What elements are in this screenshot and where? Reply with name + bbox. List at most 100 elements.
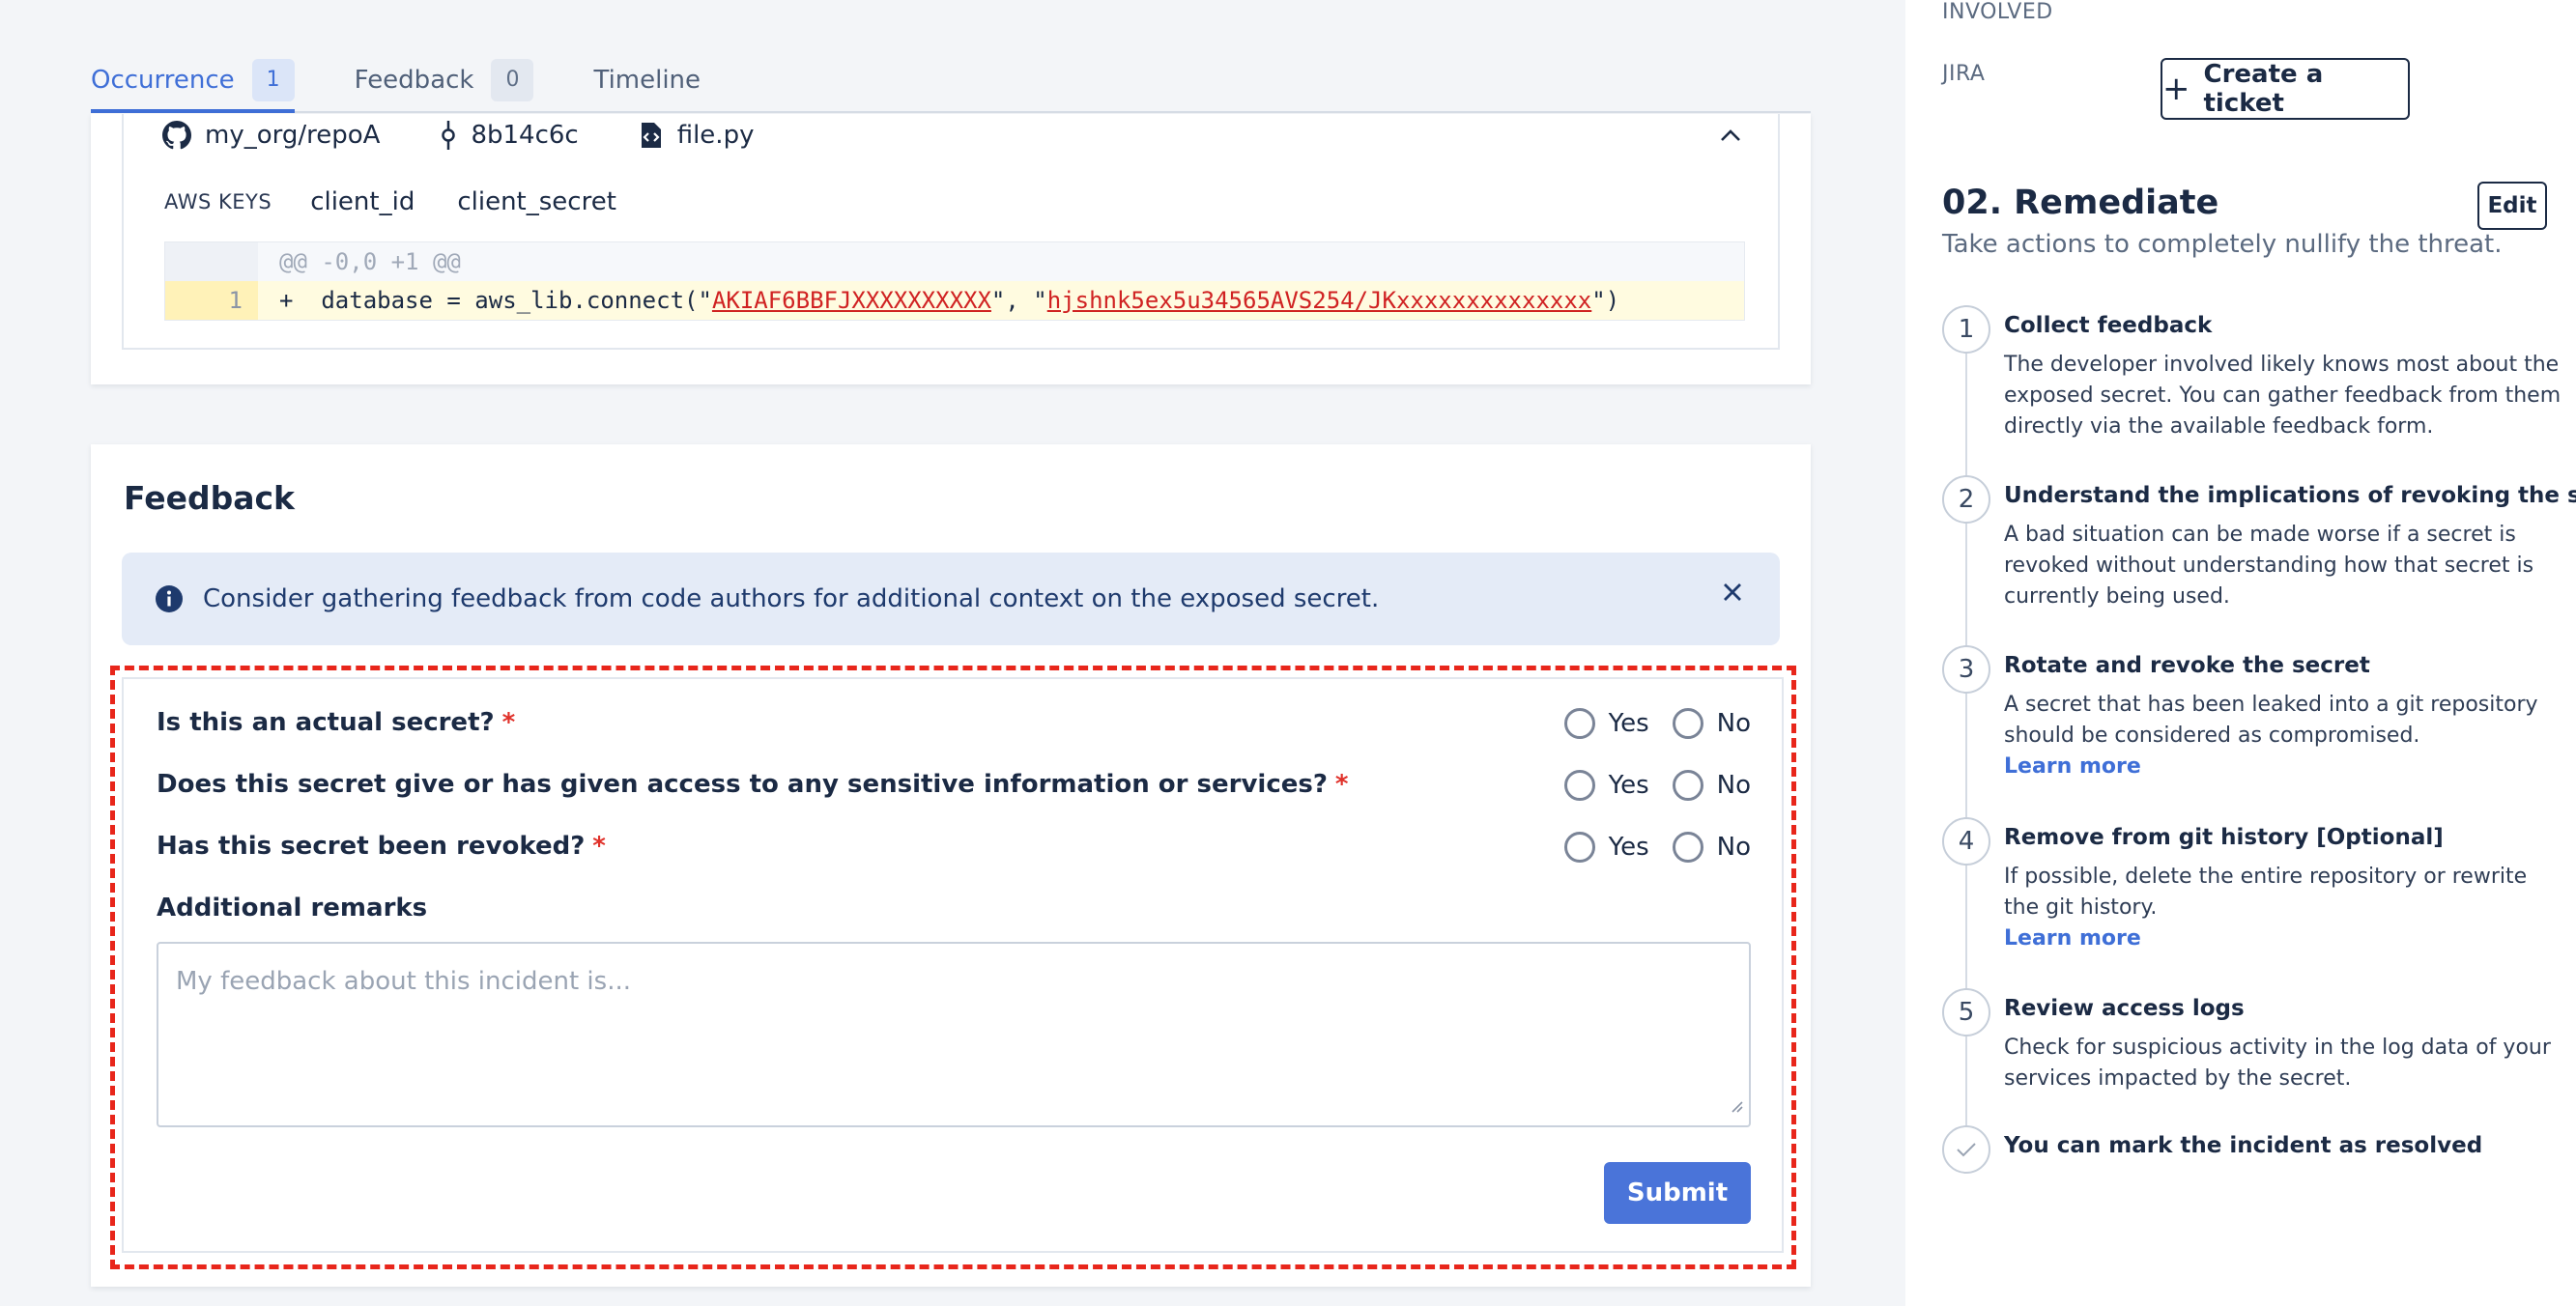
step-number: 5 [1942, 988, 1990, 1036]
radio-circle[interactable] [1672, 708, 1703, 739]
required-mark: * [501, 708, 516, 737]
feedback-title: Feedback [124, 479, 295, 517]
occurrence-panel: my_org/repoA 8b14c6c file.py AWS KEYS cl… [122, 114, 1780, 350]
create-ticket-button[interactable]: + Create a ticket [2161, 58, 2410, 120]
radio-no[interactable]: No [1672, 708, 1751, 739]
remediate-subtitle: Take actions to completely nullify the t… [1942, 230, 2503, 259]
question-actual-secret: Is this an actual secret? * [157, 708, 515, 737]
edit-button[interactable]: Edit [2477, 182, 2547, 230]
tab-occurrence-count: 1 [251, 58, 295, 101]
remediate-title: 02. Remediate [1942, 184, 2219, 222]
question-text: Is this an actual secret? [157, 708, 495, 737]
submit-button[interactable]: Submit [1604, 1162, 1751, 1224]
radio-circle[interactable] [1672, 770, 1703, 801]
code-file-icon [639, 121, 664, 150]
step-description: A secret that has been leaked into a git… [2004, 690, 2562, 782]
radio-circle[interactable] [1563, 832, 1595, 863]
keys-type-label: AWS KEYS [164, 190, 272, 213]
radio-yes-label: Yes [1608, 709, 1649, 738]
code-prefix: + database = aws_lib.connect(" [279, 287, 712, 314]
question-text: Does this secret give or has given acces… [157, 770, 1328, 799]
alert-message: Consider gathering feedback from code au… [203, 584, 1380, 613]
step-number: 3 [1942, 645, 1990, 694]
involved-label: INVOLVED [1942, 0, 2053, 24]
tab-feedback[interactable]: Feedback 0 [355, 48, 534, 111]
code-mid: ", " [990, 287, 1047, 314]
step-title: Review access logs [2004, 996, 2245, 1021]
step-number: 4 [1942, 817, 1990, 866]
file-name: file.py [676, 121, 755, 150]
secret-client-id[interactable]: AKIAF6BBFJXXXXXXXXXX [712, 287, 991, 314]
plus-icon: + [2162, 70, 2190, 108]
line-number: 1 [165, 281, 258, 320]
chevron-up-icon[interactable] [1720, 128, 1741, 146]
radio-yes[interactable]: Yes [1563, 708, 1649, 739]
radio-circle[interactable] [1563, 770, 1595, 801]
hunk-gutter [165, 242, 258, 281]
radio-circle[interactable] [1672, 832, 1703, 863]
create-ticket-label: Create a ticket [2203, 60, 2324, 118]
tab-feedback-count: 0 [491, 58, 534, 101]
feedback-form: Is this an actual secret? * Yes No Does t… [122, 677, 1784, 1253]
tab-occurrence[interactable]: Occurrence 1 [91, 48, 295, 113]
key-client-id[interactable]: client_id [310, 187, 415, 216]
commit-icon [440, 121, 457, 150]
required-mark: * [1334, 770, 1349, 799]
step-description: If possible, delete the entire repositor… [2004, 862, 2562, 954]
check-icon [1942, 1125, 1990, 1174]
radio-circle[interactable] [1563, 708, 1595, 739]
close-icon[interactable] [1722, 582, 1743, 603]
step-title: Collect feedback [2004, 313, 2213, 338]
step-number: 2 [1942, 475, 1990, 524]
resize-handle-icon[interactable] [1728, 1091, 1743, 1120]
tab-timeline-label: Timeline [593, 65, 701, 95]
jira-label: JIRA [1942, 62, 1986, 86]
radio-yes[interactable]: Yes [1563, 832, 1649, 863]
learn-more-link[interactable]: Learn more [2004, 926, 2141, 951]
commit-link[interactable]: 8b14c6c [440, 121, 579, 150]
required-mark: * [592, 832, 606, 861]
code-diff: @@ -0,0 +1 @@ 1 + database = aws_lib.con… [164, 241, 1745, 321]
question-text: Has this secret been revoked? [157, 832, 586, 861]
radio-group-actual-secret: Yes No [1541, 708, 1751, 739]
feedback-info-alert: Consider gathering feedback from code au… [122, 553, 1780, 645]
radio-group-sensitive-access: Yes No [1541, 770, 1751, 801]
repo-link[interactable]: my_org/repoA [162, 121, 380, 150]
occurrence-card: my_org/repoA 8b14c6c file.py AWS KEYS cl… [91, 114, 1811, 384]
file-link[interactable]: file.py [639, 121, 755, 150]
hunk-text: @@ -0,0 +1 @@ [279, 248, 461, 275]
diff-hunk-header: @@ -0,0 +1 @@ [165, 242, 1744, 281]
incident-tabs: Occurrence 1 Feedback 0 Timeline [91, 48, 1811, 113]
remarks-placeholder: My feedback about this incident is... [176, 967, 631, 996]
radio-yes-label: Yes [1608, 771, 1649, 800]
radio-group-revoked: Yes No [1541, 832, 1751, 863]
radio-no[interactable]: No [1672, 832, 1751, 863]
matched-keys: AWS KEYS client_id client_secret [164, 187, 659, 216]
step-title: Rotate and revoke the secret [2004, 653, 2370, 678]
step-title: You can mark the incident as resolved [2004, 1133, 2483, 1158]
step-description: A bad situation can be made worse if a s… [2004, 523, 2534, 609]
secret-client-secret[interactable]: hjshnk5ex5u34565AVS254/JKxxxxxxxxxxxxxx [1047, 287, 1592, 314]
remarks-textarea[interactable]: My feedback about this incident is... [157, 942, 1751, 1127]
tab-timeline[interactable]: Timeline [593, 48, 701, 111]
occurrence-meta: my_org/repoA 8b14c6c file.py [162, 116, 814, 155]
step-title: Understand the implications of revoking … [2004, 483, 2576, 508]
diff-line-code: + database = aws_lib.connect("AKIAF6BBFJ… [279, 287, 1619, 314]
key-client-secret[interactable]: client_secret [457, 187, 616, 216]
radio-yes[interactable]: Yes [1563, 770, 1649, 801]
question-revoked: Has this secret been revoked? * [157, 832, 606, 861]
tab-occurrence-label: Occurrence [91, 65, 235, 95]
commit-sha: 8b14c6c [471, 121, 579, 150]
diff-line: 1 + database = aws_lib.connect("AKIAF6BB… [165, 281, 1744, 320]
step-description-text: A secret that has been leaked into a git… [2004, 693, 2538, 748]
tab-feedback-label: Feedback [354, 65, 474, 95]
remarks-label: Additional remarks [157, 894, 428, 923]
radio-no-label: No [1716, 833, 1751, 862]
radio-no[interactable]: No [1672, 770, 1751, 801]
step-description: The developer involved likely knows most… [2004, 353, 2562, 439]
repo-name: my_org/repoA [205, 121, 381, 150]
step-number: 1 [1942, 305, 1990, 354]
github-icon [162, 121, 191, 150]
code-suffix: ") [1591, 287, 1620, 314]
learn-more-link[interactable]: Learn more [2004, 754, 2141, 779]
